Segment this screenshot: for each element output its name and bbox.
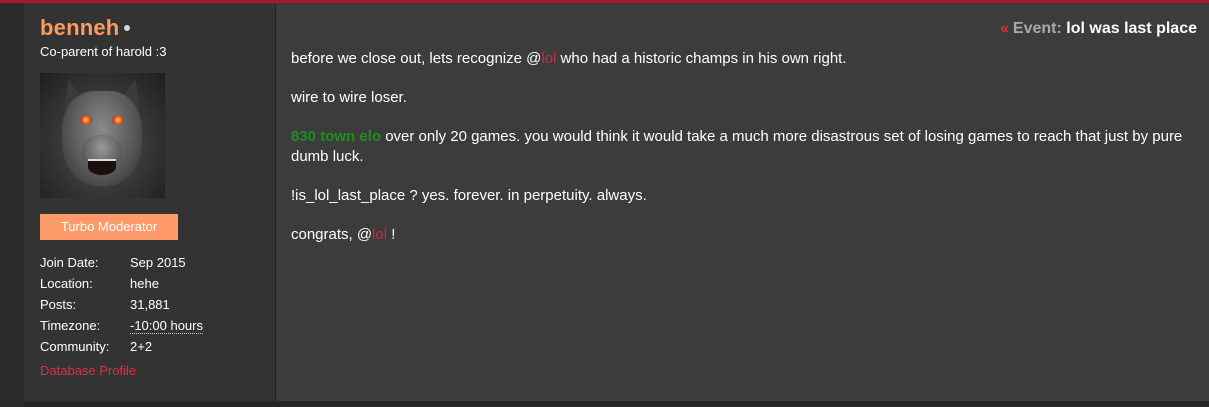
avatar-eye-left (80, 115, 92, 125)
post-text: over only 20 games. you would think it w… (291, 128, 1183, 165)
avatar-eye-right (112, 115, 124, 125)
user-sidebar: benneh Co-parent of harold :3 Turbo Mode… (24, 3, 276, 401)
post-content: before we close out, lets recognize @lol… (291, 49, 1191, 264)
post-text: who had a historic champs in his own rig… (556, 50, 847, 67)
bottom-border (24, 401, 1209, 407)
double-chevron-left-icon: « (1000, 20, 1009, 37)
post-paragraph: before we close out, lets recognize @lol… (291, 49, 1191, 69)
info-value: hehe (130, 276, 159, 291)
rank-badge: Turbo Moderator (40, 214, 178, 240)
info-key: Posts: (40, 297, 77, 312)
user-mention-link[interactable]: lol (372, 226, 387, 243)
avatar-mouth (88, 159, 116, 175)
post-paragraph: !is_lol_last_place ? yes. forever. in pe… (291, 187, 647, 204)
info-row-timezone: Timezone: -10:00 hours (40, 315, 203, 336)
info-key: Community: (40, 339, 110, 354)
event-label: Event: (1012, 20, 1062, 37)
event-title-link[interactable]: lol was last place (1066, 20, 1197, 37)
username-block: benneh (40, 15, 131, 41)
post-text: congrats, @ (291, 226, 373, 243)
info-value: Sep 2015 (130, 255, 186, 270)
database-profile-link[interactable]: Database Profile (40, 363, 136, 378)
avatar[interactable] (40, 73, 165, 198)
post-body: «Event: lol was last place before we clo… (276, 3, 1209, 401)
info-key: Location: (40, 276, 93, 291)
info-key: Timezone: (40, 318, 101, 333)
post-paragraph: wire to wire loser. (291, 89, 407, 106)
info-row-posts: Posts: 31,881 (40, 294, 203, 315)
user-title: Co-parent of harold :3 (40, 44, 167, 59)
user-mention-link[interactable]: lol (541, 50, 556, 67)
post-text: before we close out, lets recognize @ (291, 50, 542, 67)
info-value: 2+2 (130, 339, 153, 354)
user-info: Join Date: Sep 2015 Location: hehe Posts: 3… (40, 252, 203, 357)
event-header: «Event: lol was last place (1000, 20, 1197, 38)
timezone-value[interactable]: -10:00 hours (130, 318, 203, 334)
post-paragraph: congrats, @lol ! (291, 225, 1191, 245)
post-text: ! (387, 226, 396, 243)
highlighted-text: 830 town elo (291, 128, 382, 145)
info-value: 31,881 (130, 297, 170, 312)
info-key: Join Date: (40, 255, 99, 270)
info-row-community: Community: 2+2 (40, 336, 203, 357)
info-row-join-date: Join Date: Sep 2015 (40, 252, 203, 273)
username-link[interactable]: benneh (40, 15, 119, 40)
left-gutter (0, 3, 24, 407)
post-paragraph: 830 town elo over only 20 games. you wou… (291, 127, 1191, 167)
info-row-location: Location: hehe (40, 273, 203, 294)
online-status-icon (124, 25, 131, 32)
